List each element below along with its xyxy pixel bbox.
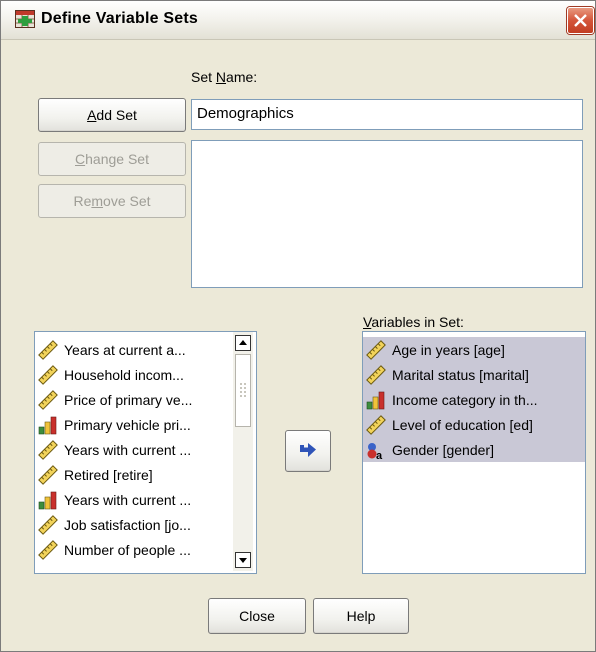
define-variable-sets-dialog: Define Variable Sets Set Name: Demograph… [0, 0, 596, 652]
grip-icon [240, 383, 246, 397]
close-button[interactable]: Close [208, 598, 306, 634]
scroll-thumb[interactable] [235, 354, 251, 427]
list-item-label: Age in years [age] [392, 341, 505, 358]
scale-icon [38, 389, 58, 410]
list-item-label: Retired [retire] [64, 466, 153, 483]
list-item-label: Gender [gender] [392, 441, 494, 458]
list-item-label: Years at current a... [64, 341, 186, 358]
arrow-right-icon [300, 443, 316, 457]
source-items: Years at current a... Household incom... P… [35, 337, 231, 562]
scale-icon [366, 364, 386, 385]
add-set-button[interactable]: Add Set [38, 98, 186, 132]
source-list-scrollbar[interactable] [233, 332, 253, 571]
variables-in-set-list[interactable]: Age in years [age] Marital status [marita… [362, 331, 586, 574]
list-item[interactable]: a Gender [gender] [363, 437, 585, 462]
close-button-label: Close [239, 608, 275, 624]
list-item-label: Household incom... [64, 366, 184, 383]
list-item-label: Price of primary ve... [64, 391, 193, 408]
scroll-down-button[interactable] [235, 552, 251, 568]
arrow-down-icon [239, 558, 247, 563]
remove-set-label: Remove Set [73, 193, 151, 209]
remove-set-button[interactable]: Remove Set [38, 184, 186, 218]
list-item[interactable]: Primary vehicle pri... [35, 412, 231, 437]
set-name-label: Set Name: [191, 69, 258, 85]
ordinal-bar-icon [38, 416, 57, 434]
source-variable-list[interactable]: Years at current a... Household incom... P… [34, 331, 257, 574]
title-bar[interactable]: Define Variable Sets [1, 1, 595, 40]
set-name-field[interactable]: Demographics [191, 99, 583, 130]
scale-icon [366, 414, 386, 435]
list-item-label: Level of education [ed] [392, 416, 533, 433]
arrow-up-icon [239, 340, 247, 345]
list-item[interactable]: Job satisfaction [jo... [35, 512, 231, 537]
app-icon [15, 10, 35, 28]
list-item[interactable]: Age in years [age] [363, 337, 585, 362]
variables-in-set-label: Variables in Set: [363, 314, 464, 330]
defined-sets-list[interactable] [191, 140, 583, 288]
set-name-value: Demographics [197, 105, 294, 122]
list-item-label: Years with current ... [64, 491, 192, 508]
scale-icon [366, 339, 386, 360]
scale-icon [38, 364, 58, 385]
list-item-label: Income category in th... [392, 391, 538, 408]
set-items: Age in years [age] Marital status [marita… [363, 337, 585, 462]
list-item-label: Number of people ... [64, 541, 191, 558]
list-item-label: Marital status [marital] [392, 366, 529, 383]
scale-icon [38, 339, 58, 360]
scale-icon [38, 514, 58, 535]
list-item[interactable]: Years with current ... [35, 437, 231, 462]
move-to-set-button[interactable] [285, 430, 331, 472]
svg-text:a: a [376, 450, 383, 460]
list-item-label: Primary vehicle pri... [64, 416, 191, 433]
help-button-label: Help [346, 608, 376, 624]
nominal-icon: a [367, 442, 383, 460]
ordinal-bar-icon [366, 391, 385, 409]
change-set-button[interactable]: Change Set [38, 142, 186, 176]
help-button[interactable]: Help [313, 598, 409, 634]
list-item[interactable]: Years at current a... [35, 337, 231, 362]
list-item[interactable]: Years with current ... [35, 487, 231, 512]
change-set-label: Change Set [75, 151, 149, 167]
scroll-up-button[interactable] [235, 335, 251, 351]
scale-icon [38, 464, 58, 485]
list-item[interactable]: Price of primary ve... [35, 387, 231, 412]
list-item[interactable]: Household incom... [35, 362, 231, 387]
list-item[interactable]: Number of people ... [35, 537, 231, 562]
dialog-title: Define Variable Sets [41, 10, 198, 27]
list-item-label: Years with current ... [64, 441, 192, 458]
list-item-label: Job satisfaction [jo... [64, 516, 191, 533]
list-item[interactable]: Marital status [marital] [363, 362, 585, 387]
close-window-button[interactable] [567, 7, 594, 34]
ordinal-bar-icon [38, 491, 57, 509]
add-set-label: Add Set [87, 107, 137, 123]
scale-icon [38, 539, 58, 560]
scale-icon [38, 439, 58, 460]
list-item[interactable]: Income category in th... [363, 387, 585, 412]
list-item[interactable]: Level of education [ed] [363, 412, 585, 437]
close-icon [574, 14, 587, 27]
list-item[interactable]: Retired [retire] [35, 462, 231, 487]
